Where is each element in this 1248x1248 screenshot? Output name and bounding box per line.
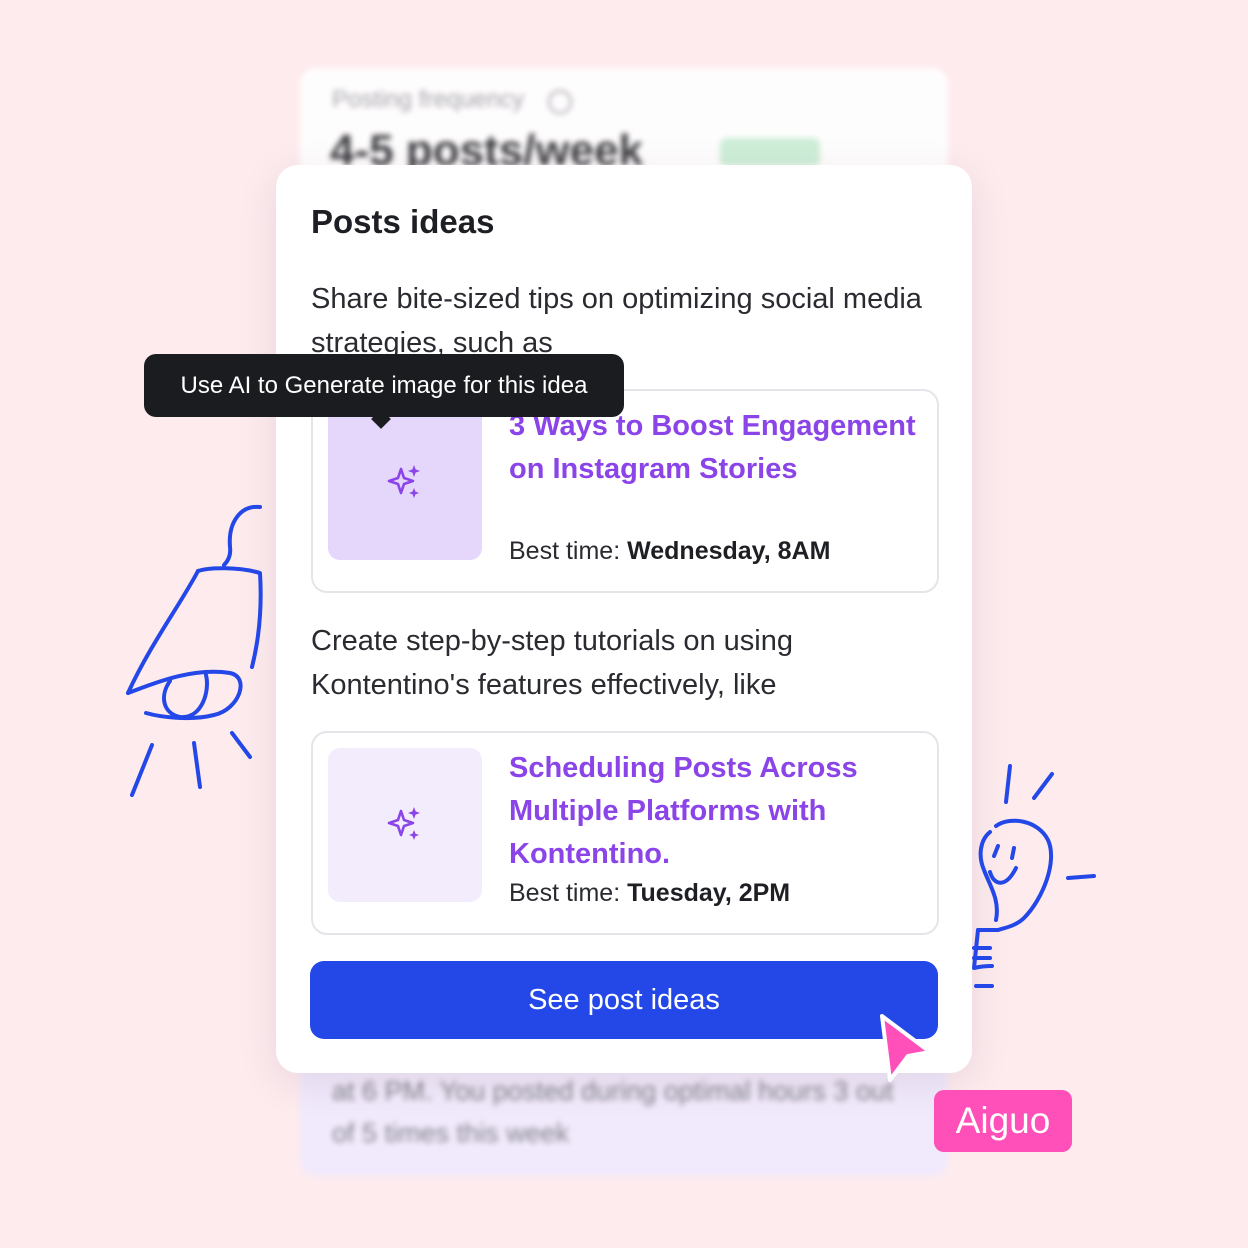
best-time-value: Wednesday, 8AM bbox=[627, 537, 831, 565]
sparkles-icon bbox=[387, 807, 420, 840]
best-time-label: Best time: bbox=[509, 879, 621, 907]
tooltip: Use AI to Generate image for this idea bbox=[144, 354, 624, 417]
best-time-value: Tuesday, 2PM bbox=[627, 879, 791, 907]
spotlight-doodle-icon bbox=[126, 504, 263, 797]
see-post-ideas-button[interactable]: See post ideas bbox=[310, 961, 938, 1039]
best-time-label: Best time: bbox=[509, 537, 621, 565]
idea-title[interactable]: Scheduling Posts Across Multiple Platfor… bbox=[509, 747, 919, 876]
post-idea-item[interactable]: 3 Ways to Boost Engagement on Instagram … bbox=[311, 389, 939, 593]
cursor-arrow-icon bbox=[880, 1014, 932, 1082]
posting-frequency-label: Posting frequency bbox=[332, 86, 525, 113]
best-time: Best time: Tuesday, 2PM bbox=[509, 879, 790, 908]
idea-description: Create step-by-step tutorials on using K… bbox=[311, 625, 793, 701]
cursor-user-label: Aiguo bbox=[934, 1090, 1072, 1152]
card-title: Posts ideas bbox=[311, 203, 495, 240]
post-ideas-card: Posts ideas Share bite-sized tips on opt… bbox=[276, 165, 972, 1073]
idea-title[interactable]: 3 Ways to Boost Engagement on Instagram … bbox=[509, 405, 919, 491]
sparkles-icon bbox=[387, 465, 420, 498]
generate-image-button[interactable] bbox=[328, 406, 482, 560]
info-icon bbox=[548, 90, 572, 114]
lightbulb-doodle-icon bbox=[972, 764, 1096, 988]
optimal-hours-text: at 6 PM. You posted during optimal hours… bbox=[332, 1076, 894, 1148]
generate-image-button[interactable] bbox=[328, 748, 482, 902]
best-time: Best time: Wednesday, 8AM bbox=[509, 537, 830, 566]
trend-badge bbox=[720, 138, 820, 166]
idea-description: Share bite-sized tips on optimizing soci… bbox=[311, 283, 922, 359]
post-idea-item[interactable]: Scheduling Posts Across Multiple Platfor… bbox=[311, 731, 939, 935]
